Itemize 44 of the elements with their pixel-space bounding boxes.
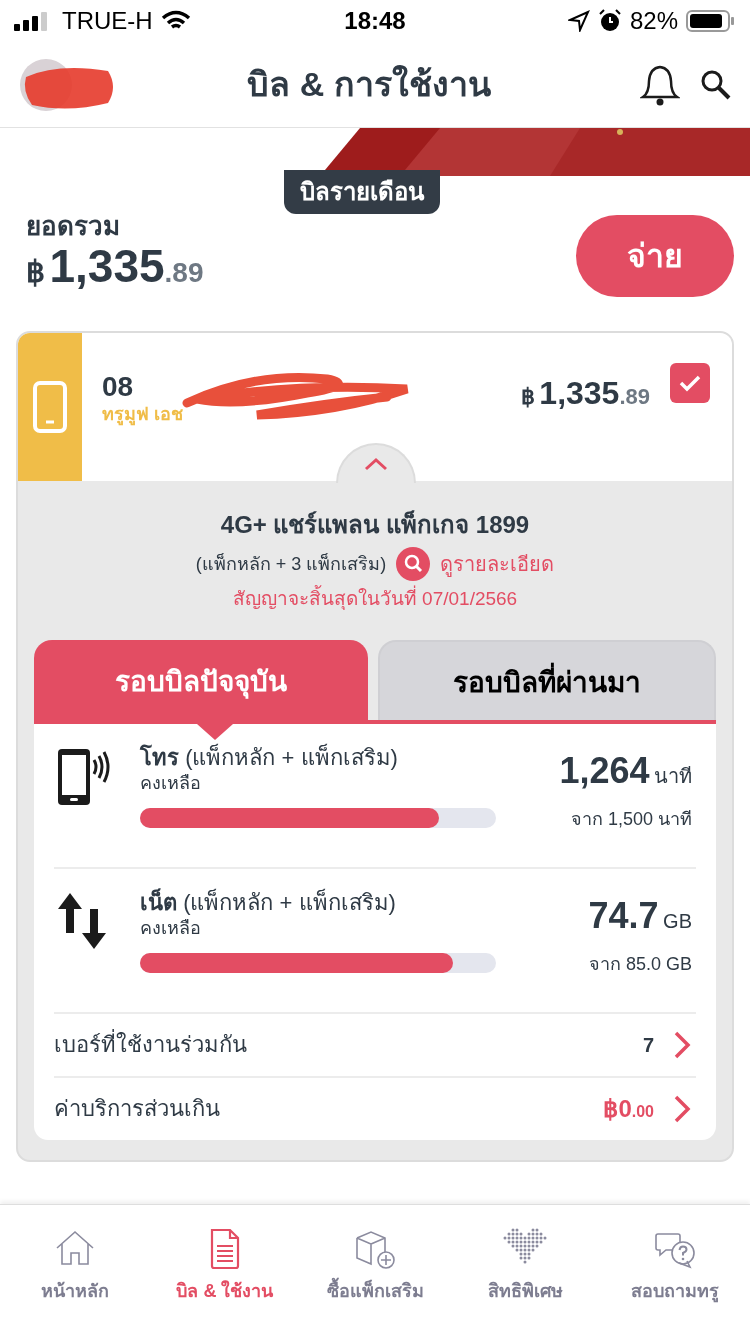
row-label: เบอร์ที่ใช้งานร่วมกัน xyxy=(54,1028,643,1061)
contract-end-date: สัญญาจะสิ้นสุดในวันที่ 07/01/2566 xyxy=(232,585,518,614)
chevron-right-icon xyxy=(672,1093,692,1124)
page-title: บิล & การใช้งาน xyxy=(246,64,492,105)
nav-tab[interactable]: หน้าหลัก xyxy=(0,1226,150,1305)
total-amount: ฿1,335.89 xyxy=(26,242,204,294)
package-name: 4G+ แชร์แพลน แพ็กเกจ 1899 xyxy=(220,509,530,540)
battery-icon xyxy=(686,9,736,33)
mobile-phone-icon xyxy=(32,380,68,434)
row-value: 7 xyxy=(642,1032,654,1058)
location-arrow-icon xyxy=(567,10,590,32)
nav-tab[interactable]: บิล & ใช้งาน xyxy=(150,1226,300,1305)
remaining-amount: 74.7 GB xyxy=(588,893,692,938)
usage-title: โทร (แพ็กหลัก + แพ็กเสริม) xyxy=(140,743,399,772)
search-icon[interactable] xyxy=(700,68,732,101)
remaining-label: คงเหลือ xyxy=(140,771,202,794)
battery-percent: 82% xyxy=(629,6,678,36)
operator-name: ทรูมูฟ เอช xyxy=(102,403,183,425)
detail-row[interactable]: เบอร์ที่ใช้งานร่วมกัน 7 xyxy=(54,1011,696,1076)
chevron-right-icon xyxy=(672,1029,692,1060)
details-link[interactable]: ดูรายละเอียด xyxy=(440,549,555,579)
row-value: ฿0.00 xyxy=(603,1093,654,1124)
usage-title: เน็ต (แพ็กหลัก + แพ็กเสริม) xyxy=(140,888,397,917)
detail-row[interactable]: ค่าบริการส่วนเกิน ฿0.00 xyxy=(54,1075,696,1140)
package-addons: (แพ็กหลัก + 3 แพ็กเสริม) xyxy=(195,552,387,576)
account-amount: ฿1,335.89 xyxy=(520,374,650,413)
alarm-clock-icon xyxy=(597,9,622,33)
remaining-amount: 1,264 นาที xyxy=(559,748,692,793)
tab-pointer-icon xyxy=(196,723,233,740)
checkmark-icon xyxy=(678,373,702,393)
select-checkbox[interactable] xyxy=(670,363,710,403)
total-label: ยอดรวม xyxy=(26,210,121,242)
carrier-name: TRUE-H xyxy=(62,6,153,36)
remaining-label: คงเหลือ xyxy=(140,916,202,939)
clock-time: 18:48 xyxy=(344,6,406,36)
nav-tab[interactable]: สอบถามทรู xyxy=(600,1226,750,1305)
usage-total: จาก 85.0 GB xyxy=(588,952,692,976)
row-label: ค่าบริการส่วนเกิน xyxy=(54,1095,221,1123)
nav-tab[interactable]: ซื้อแพ็กเสริม xyxy=(300,1226,450,1305)
phone-number: 08 xyxy=(102,371,135,403)
chevron-up-icon xyxy=(364,457,388,471)
nav-tab[interactable]: สิทธิพิเศษ xyxy=(450,1226,600,1305)
usage-total: จาก 1,500 นาที xyxy=(570,807,692,831)
pay-button[interactable]: จ่าย xyxy=(576,214,734,297)
